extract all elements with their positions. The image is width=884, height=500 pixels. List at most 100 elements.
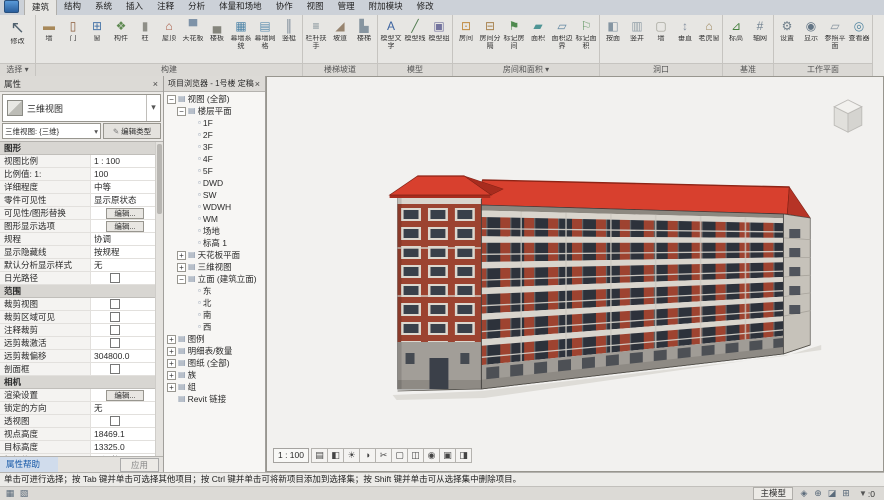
ribbon-tab-插入[interactable]: 插入	[119, 0, 150, 15]
tree-item-北[interactable]: ▫北	[164, 297, 265, 309]
ribbon-tab-结构[interactable]: 结构	[57, 0, 88, 15]
detail-level-icon[interactable]: ▤	[311, 448, 328, 463]
tree-item-三维视图[interactable]: +▤三维视图	[164, 261, 265, 273]
ribbon-tab-注释[interactable]: 注释	[150, 0, 181, 15]
prop-value[interactable]: 18469.1	[91, 428, 156, 440]
prop-value[interactable]: 100	[91, 168, 156, 180]
tool-ceiling[interactable]: ▀天花板	[181, 17, 205, 51]
collapse-icon[interactable]: −	[177, 107, 186, 116]
instance-selector[interactable]: 三维视图: {三维} ▾	[2, 123, 101, 139]
tool-tag-room[interactable]: ⚑标记房间	[502, 17, 526, 51]
tool-window[interactable]: ⊞窗	[85, 17, 109, 51]
prop-value[interactable]: 协调	[91, 233, 156, 245]
tool-mullion[interactable]: ║竖梃	[277, 17, 301, 51]
collapse-icon[interactable]: −	[167, 95, 176, 104]
tool-level[interactable]: ⊿标高	[724, 17, 748, 51]
viewcube[interactable]	[825, 93, 871, 139]
tree-item-4F[interactable]: ▫4F	[164, 153, 265, 165]
expand-icon[interactable]: +	[177, 263, 186, 272]
checkbox[interactable]	[110, 325, 120, 335]
tree-item-2F[interactable]: ▫2F	[164, 129, 265, 141]
tree-item-族[interactable]: +▤族	[164, 369, 265, 381]
tree-item-立面 (建筑立面)[interactable]: −▤立面 (建筑立面)	[164, 273, 265, 285]
expand-icon[interactable]: +	[167, 383, 176, 392]
apply-button[interactable]: 应用	[120, 458, 159, 472]
prop-value[interactable]: 无	[91, 259, 156, 271]
tool-ramp[interactable]: ◢坡道	[328, 17, 352, 51]
temporary-hide-isolate-icon[interactable]: ◫	[407, 448, 424, 463]
tool-area[interactable]: ▰面积	[526, 17, 550, 51]
tree-item-标高 1[interactable]: ▫标高 1	[164, 237, 265, 249]
tree-item-DWD[interactable]: ▫DWD	[164, 177, 265, 189]
checkbox[interactable]	[110, 299, 120, 309]
tool-curtain-grid[interactable]: ▤幕墙网格	[253, 17, 277, 51]
sun-path-icon[interactable]: ☀	[343, 448, 360, 463]
ribbon-tab-分析[interactable]: 分析	[181, 0, 212, 15]
tree-item-西[interactable]: ▫西	[164, 321, 265, 333]
tool-wall-opening[interactable]: ▢墙	[649, 17, 673, 51]
tool-vertical-opening[interactable]: ↕垂直	[673, 17, 697, 51]
tool-curtain-system[interactable]: ▦幕墙系统	[229, 17, 253, 51]
edit-button[interactable]: 编辑...	[106, 390, 143, 401]
tool-area-boundary[interactable]: ▱面积边界	[550, 17, 574, 51]
tree-item-场地[interactable]: ▫场地	[164, 225, 265, 237]
tool-ref-plane[interactable]: ▱参照平面	[823, 17, 847, 51]
prop-value[interactable]: 无	[91, 402, 156, 414]
prop-value[interactable]: 304800.0	[91, 350, 156, 362]
prop-section-图形[interactable]: 图形	[0, 142, 163, 155]
tree-item-视图 (全部)[interactable]: −▤视图 (全部)	[164, 93, 265, 105]
tree-item-南[interactable]: ▫南	[164, 309, 265, 321]
prop-value[interactable]: 显示原状态	[91, 194, 156, 206]
tree-item-SW[interactable]: ▫SW	[164, 189, 265, 201]
close-icon[interactable]: ×	[152, 79, 159, 89]
tree-item-Revit 链接[interactable]: ▤Revit 链接	[164, 393, 265, 405]
app-icon[interactable]	[4, 0, 19, 13]
chevron-down-icon[interactable]: ▾	[146, 95, 160, 121]
tool-column[interactable]: ▮柱	[133, 17, 157, 51]
prop-value[interactable]: 1 : 100	[91, 155, 156, 167]
filter-icon[interactable]: ▼	[859, 489, 867, 498]
expand-icon[interactable]: +	[167, 359, 176, 368]
tool-room-separator[interactable]: ⊟房间分隔	[478, 17, 502, 51]
expand-icon[interactable]: +	[167, 335, 176, 344]
prop-section-范围[interactable]: 范围	[0, 285, 163, 298]
active-workset[interactable]: 主模型	[753, 487, 793, 500]
drag-on-selection-icon[interactable]: ⊞	[839, 488, 853, 499]
collapse-icon[interactable]: −	[177, 275, 186, 284]
visual-style-icon[interactable]: ◧	[327, 448, 344, 463]
tool-stair[interactable]: ▙楼梯	[352, 17, 376, 51]
properties-scrollbar[interactable]	[155, 142, 163, 456]
checkbox[interactable]	[110, 416, 120, 426]
tree-item-图例[interactable]: +▤图例	[164, 333, 265, 345]
tree-item-天花板平面[interactable]: +▤天花板平面	[164, 249, 265, 261]
tool-floor[interactable]: ▄楼板	[205, 17, 229, 51]
tool-model-text[interactable]: A模型文字	[379, 17, 403, 51]
tool-shaft[interactable]: ▥竖井	[625, 17, 649, 51]
prop-value[interactable]: 已调整	[91, 454, 156, 456]
select-pinned-icon[interactable]: ⊕	[811, 488, 825, 499]
tool-model-line[interactable]: ╱模型线	[403, 17, 427, 51]
close-icon[interactable]: ×	[254, 79, 261, 89]
expand-icon[interactable]: +	[167, 371, 176, 380]
tool-modify[interactable]: ↖修改	[1, 17, 34, 54]
select-links-icon[interactable]: ◈	[797, 488, 811, 499]
tool-set-work-plane[interactable]: ⚙设置	[775, 17, 799, 51]
select-by-face-icon[interactable]: ◪	[825, 488, 839, 499]
tree-item-1F[interactable]: ▫1F	[164, 117, 265, 129]
prop-section-相机[interactable]: 相机	[0, 376, 163, 389]
tool-viewer[interactable]: ◎查看器	[847, 17, 871, 51]
tree-item-图纸 (全部)[interactable]: +▤图纸 (全部)	[164, 357, 265, 369]
tool-component[interactable]: ❖构件	[109, 17, 133, 51]
tree-item-5F[interactable]: ▫5F	[164, 165, 265, 177]
tree-item-组[interactable]: +▤组	[164, 381, 265, 393]
tool-room[interactable]: ⊡房间	[454, 17, 478, 51]
displaced-elements-icon[interactable]: ◨	[455, 448, 472, 463]
type-selector[interactable]: 三维视图 ▾	[2, 94, 161, 122]
tool-roof[interactable]: ⌂屋顶	[157, 17, 181, 51]
prop-value[interactable]: 13325.0	[91, 441, 156, 453]
tree-item-明细表/数量[interactable]: +▤明细表/数量	[164, 345, 265, 357]
checkbox[interactable]	[110, 364, 120, 374]
expand-icon[interactable]: +	[167, 347, 176, 356]
temporary-view-properties-icon[interactable]: ▣	[439, 448, 456, 463]
edit-button[interactable]: 编辑...	[106, 221, 143, 232]
